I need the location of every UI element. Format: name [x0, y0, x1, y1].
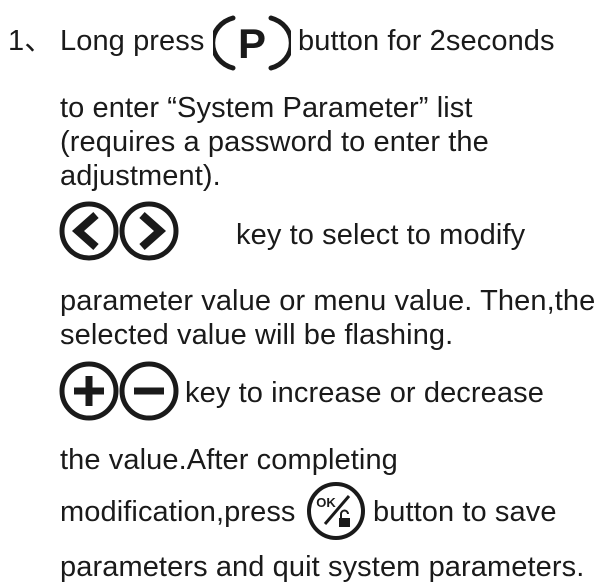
- ok-unlock-icon: OK: [305, 480, 367, 542]
- button-to-save-text: button to save: [373, 496, 557, 528]
- left-arrow-icon: [58, 200, 120, 262]
- increase-decrease-text: key to increase or decrease: [185, 377, 544, 409]
- enter-system-parameter-text: to enter “System Parameter” list: [60, 92, 473, 124]
- adjustment-text: adjustment).: [60, 160, 221, 192]
- long-press-text: Long press: [60, 25, 205, 57]
- p-button-icon: P: [213, 14, 291, 72]
- modification-press-text: modification,press: [60, 496, 296, 528]
- svg-text:P: P: [238, 20, 266, 67]
- svg-text:OK: OK: [316, 495, 336, 510]
- parameter-value-text: parameter value or menu value. Then,the: [60, 285, 596, 317]
- plus-icon: [58, 360, 120, 422]
- button-for-2seconds-text: button for 2seconds: [298, 25, 555, 57]
- step-number: 1、: [8, 25, 54, 57]
- minus-icon: [118, 360, 180, 422]
- quit-system-parameters-text: parameters and quit system parameters.: [60, 551, 585, 583]
- right-arrow-icon: [118, 200, 180, 262]
- selected-value-flashing-text: selected value will be flashing.: [60, 319, 454, 351]
- requires-password-text: (requires a password to enter the: [60, 126, 489, 158]
- select-key-text: key to select to modify: [236, 219, 526, 251]
- value-completing-text: the value.After completing: [60, 444, 398, 476]
